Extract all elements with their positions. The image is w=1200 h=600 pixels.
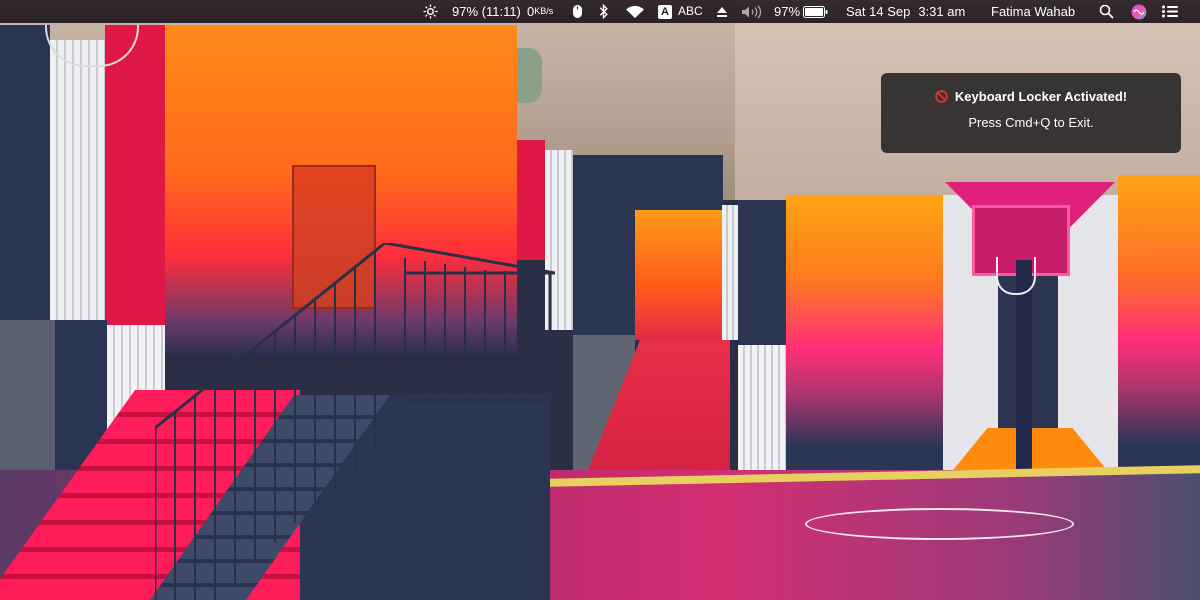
spotlight-search-icon[interactable] bbox=[1099, 0, 1114, 23]
volume-icon[interactable] bbox=[741, 0, 763, 23]
mouse-icon[interactable] bbox=[572, 0, 583, 23]
wallpaper-panel bbox=[738, 345, 786, 470]
battery-time-text: 97% (11:11) bbox=[452, 4, 521, 19]
siri-icon[interactable] bbox=[1131, 0, 1147, 23]
user-account-menu[interactable]: Fatima Wahab bbox=[991, 0, 1075, 23]
battery-percent-text: 97% bbox=[774, 4, 801, 19]
input-source-label: ABC bbox=[678, 4, 703, 18]
wallpaper-panel bbox=[786, 195, 943, 475]
input-source-menu[interactable]: A ABC bbox=[658, 0, 703, 23]
prohibited-icon bbox=[935, 90, 948, 103]
notification-title: Keyboard Locker Activated! bbox=[954, 89, 1128, 104]
battery-percent-status[interactable]: 97% bbox=[774, 0, 800, 23]
wallpaper-panel bbox=[1118, 175, 1200, 475]
clock-date-text: Sat 14 Sep bbox=[846, 4, 911, 19]
wifi-icon[interactable] bbox=[625, 0, 645, 23]
keyboard-locker-notification[interactable]: Keyboard Locker Activated! Press Cmd+Q t… bbox=[881, 73, 1181, 153]
notification-body: Press Cmd+Q to Exit. bbox=[968, 115, 1094, 130]
eject-icon[interactable] bbox=[716, 0, 728, 23]
wallpaper-panel bbox=[0, 25, 50, 325]
wallpaper-panel bbox=[50, 40, 105, 320]
menu-bar: 97% (11:11) 0 KB/s A ABC 97% Sat 14 Sep 3… bbox=[0, 0, 1200, 23]
wallpaper-court-circle bbox=[805, 508, 1074, 540]
wallpaper-panel bbox=[635, 210, 723, 340]
brightness-icon[interactable] bbox=[423, 0, 438, 23]
network-speed-unit: KB/s bbox=[534, 6, 554, 16]
notification-center-icon[interactable] bbox=[1162, 0, 1178, 23]
notification-title-row: Keyboard Locker Activated! bbox=[881, 89, 1181, 104]
wallpaper-panel bbox=[738, 200, 786, 345]
wallpaper-panel bbox=[517, 140, 545, 260]
bluetooth-icon[interactable] bbox=[599, 0, 609, 23]
wallpaper-railing bbox=[155, 243, 555, 600]
user-name: Fatima Wahab bbox=[991, 4, 1076, 19]
wallpaper-panel bbox=[722, 205, 738, 340]
wallpaper-hoop bbox=[996, 257, 1036, 295]
input-source-icon: A bbox=[658, 4, 672, 19]
clock-time-text: 3:31 am bbox=[918, 4, 966, 19]
network-speed-status[interactable]: 0 KB/s bbox=[527, 0, 553, 23]
battery-time-status[interactable]: 97% (11:11) bbox=[452, 0, 521, 23]
network-speed-value: 0 bbox=[527, 4, 535, 19]
battery-icon[interactable] bbox=[803, 0, 828, 23]
clock-date[interactable]: Sat 14 Sep 3:31 am bbox=[846, 0, 965, 23]
